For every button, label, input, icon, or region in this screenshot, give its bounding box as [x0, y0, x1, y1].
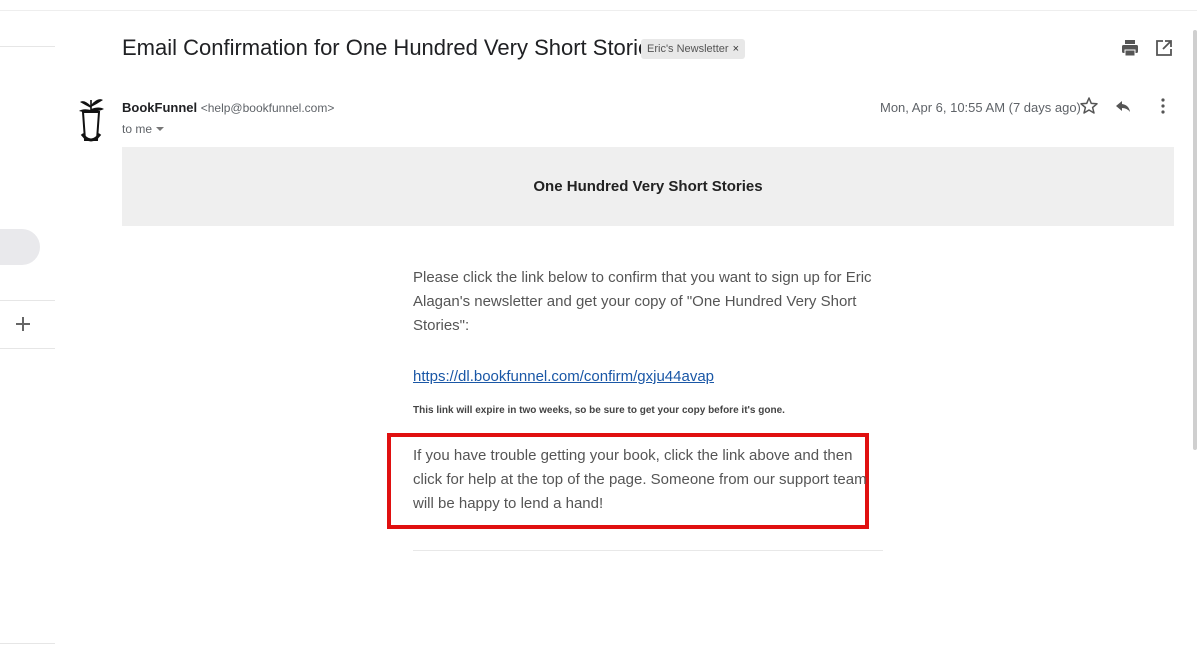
banner-title: One Hundred Very Short Stories	[533, 178, 763, 195]
label-remove-button[interactable]: ×	[733, 39, 739, 59]
left-rail-divider	[0, 643, 55, 644]
reply-icon[interactable]	[1112, 95, 1134, 117]
recipient-text: to me	[122, 122, 153, 136]
sender-name[interactable]: BookFunnel	[122, 100, 197, 115]
sender-line: BookFunnel <help@bookfunnel.com>	[122, 100, 334, 115]
email-date: Mon, Apr 6, 10:55 AM (7 days ago)	[880, 100, 1081, 115]
chevron-down-icon	[156, 127, 165, 131]
more-options-icon[interactable]	[1152, 95, 1174, 117]
scrollbar[interactable]	[1193, 30, 1197, 450]
intro-paragraph: Please click the link below to confirm t…	[413, 269, 872, 334]
email-subject: Email Confirmation for One Hundred Very …	[122, 35, 662, 60]
bookfunnel-logo	[74, 96, 108, 144]
content-divider	[413, 550, 883, 551]
star-icon[interactable]	[1078, 95, 1100, 117]
email-banner: One Hundred Very Short Stories	[122, 147, 1174, 226]
expiry-note: This link will expire in two weeks, so b…	[413, 405, 785, 416]
left-rail-divider	[0, 46, 55, 47]
label-chip-text: Eric's Newsletter	[647, 43, 729, 55]
sender-email: <help@bookfunnel.com>	[200, 101, 335, 115]
open-in-new-window-icon[interactable]	[1153, 37, 1175, 59]
top-divider	[0, 10, 1197, 11]
confirm-link[interactable]: https://dl.bookfunnel.com/confirm/gxju44…	[413, 368, 714, 385]
left-rail-divider	[0, 348, 55, 349]
print-icon[interactable]	[1119, 37, 1141, 59]
plus-icon[interactable]	[15, 316, 31, 332]
left-rail-active-item[interactable]	[0, 229, 40, 265]
recipient-details-toggle[interactable]: to me	[122, 122, 165, 136]
help-paragraph: If you have trouble getting your book, c…	[413, 447, 867, 512]
label-chip[interactable]: Eric's Newsletter ×	[641, 39, 745, 59]
left-rail-divider	[0, 300, 55, 301]
